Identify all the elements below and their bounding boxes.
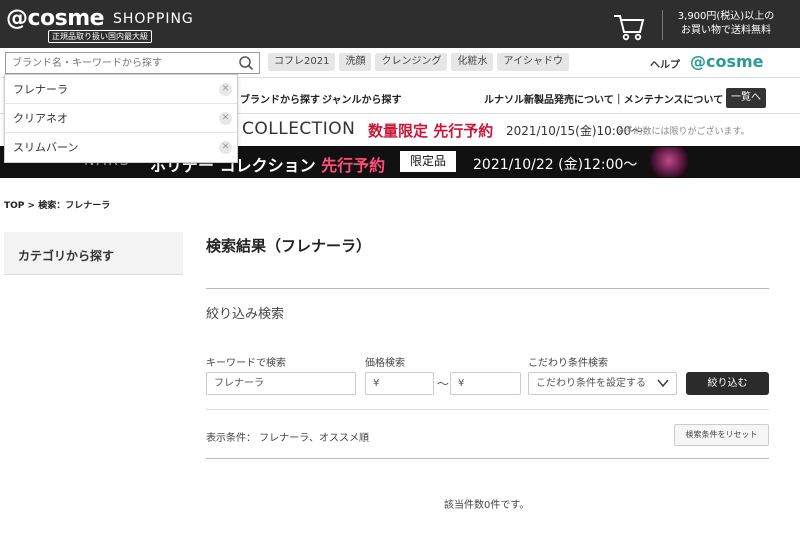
condition-label: こだわり条件検索 bbox=[528, 358, 608, 369]
divider bbox=[206, 409, 769, 410]
banner1-title: COLLECTION bbox=[242, 119, 356, 139]
price-label: 価格検索 bbox=[365, 358, 405, 369]
condition-select-value: こだわり条件を設定する bbox=[536, 378, 646, 389]
free-shipping-notice: 3,900円(税込)以上の お買い物で送料無料 bbox=[676, 10, 776, 38]
display-conditions: 表示条件： フレナーラ、オススメ順 bbox=[206, 433, 369, 444]
reset-conditions-button[interactable]: 検索条件をリセット bbox=[674, 424, 769, 446]
refine-submit-button[interactable]: 絞り込む bbox=[686, 372, 769, 395]
nav-genre[interactable]: ジャンルから探す bbox=[322, 91, 402, 106]
suggestion-label: スリムバーン bbox=[13, 141, 79, 154]
banner2-badge: 限定品 bbox=[400, 151, 456, 172]
suggestion-item[interactable]: スリムバーン ✕ bbox=[5, 133, 237, 162]
suggestion-label: フレナーラ bbox=[13, 83, 68, 96]
suggestion-item[interactable]: フレナーラ ✕ bbox=[5, 75, 237, 104]
list-button[interactable]: 一覧へ bbox=[726, 88, 766, 108]
site-header: @cosme SHOPPING 正規品取り扱い国内最大級 3,900円(税込)以… bbox=[0, 0, 800, 48]
search-input[interactable] bbox=[12, 55, 232, 71]
price-max-input[interactable]: ¥ bbox=[450, 372, 521, 395]
header-divider bbox=[662, 10, 663, 40]
remove-suggestion-icon[interactable]: ✕ bbox=[219, 141, 232, 154]
page-title: 検索結果（フレナーラ） bbox=[206, 237, 372, 255]
banner1-note: ※予約数には限りがございます。 bbox=[617, 127, 750, 137]
search-box bbox=[5, 52, 260, 74]
cart-icon[interactable] bbox=[612, 12, 646, 42]
divider bbox=[206, 458, 769, 459]
logo-subtitle: SHOPPING bbox=[113, 11, 194, 27]
banner2-date: 2021/10/22 (金)12:00〜 bbox=[473, 157, 638, 173]
sidebar-category[interactable]: カテゴリから探す bbox=[4, 232, 183, 275]
tag-item[interactable]: アイシャドウ bbox=[497, 53, 569, 71]
breadcrumb[interactable]: TOP > 検索：フレナーラ bbox=[4, 198, 110, 211]
site-logo[interactable]: @cosme bbox=[6, 6, 105, 31]
tag-item[interactable]: 洗顔 bbox=[339, 53, 372, 71]
remove-suggestion-icon[interactable]: ✕ bbox=[219, 112, 232, 125]
nav-maintenance[interactable]: ルナソル新製品発売について｜メンテナンスについて bbox=[484, 91, 723, 106]
search-icon[interactable] bbox=[237, 55, 255, 71]
condition-select[interactable]: こだわり条件を設定する bbox=[528, 372, 677, 395]
shipping-line-2: お買い物で送料無料 bbox=[681, 25, 771, 36]
price-range-separator: 〜 bbox=[437, 377, 450, 391]
remove-suggestion-icon[interactable]: ✕ bbox=[219, 83, 232, 96]
atcosme-link[interactable]: @cosme bbox=[690, 52, 764, 71]
suggestion-item[interactable]: クリアネオ ✕ bbox=[5, 104, 237, 133]
price-min-input[interactable]: ¥ bbox=[365, 372, 434, 395]
tag-item[interactable]: 化粧水 bbox=[451, 53, 494, 71]
keyword-input[interactable]: フレナーラ bbox=[206, 372, 356, 395]
sidebar-category-label: カテゴリから探す bbox=[18, 249, 115, 263]
empty-results-message: 該当件数0件です。 bbox=[444, 500, 530, 511]
shipping-line-1: 3,900円(税込)以上の bbox=[677, 11, 775, 22]
popular-tags: コフレ2021 洗顔 クレンジング 化粧水 アイシャドウ bbox=[268, 53, 569, 71]
keyword-label: キーワードで検索 bbox=[206, 358, 286, 369]
search-suggestions: フレナーラ ✕ クリアネオ ✕ スリムバーン ✕ bbox=[4, 74, 238, 163]
tag-item[interactable]: クレンジング bbox=[375, 53, 448, 71]
refine-search-title: 絞り込み検索 bbox=[206, 307, 285, 322]
banner2-title-accent: 先行予約 bbox=[321, 156, 386, 175]
suggestion-label: クリアネオ bbox=[13, 112, 68, 125]
banner1-highlight: 数量限定 先行予約 bbox=[368, 122, 494, 140]
divider bbox=[206, 288, 769, 289]
help-link[interactable]: ヘルプ bbox=[650, 56, 680, 71]
logo-badge: 正規品取り扱い国内最大級 bbox=[48, 30, 152, 43]
tag-item[interactable]: コフレ2021 bbox=[268, 53, 336, 71]
nav-brand[interactable]: ブランドから探す bbox=[240, 91, 320, 106]
chevron-down-icon bbox=[657, 379, 669, 388]
banner2-product-image bbox=[650, 147, 688, 177]
